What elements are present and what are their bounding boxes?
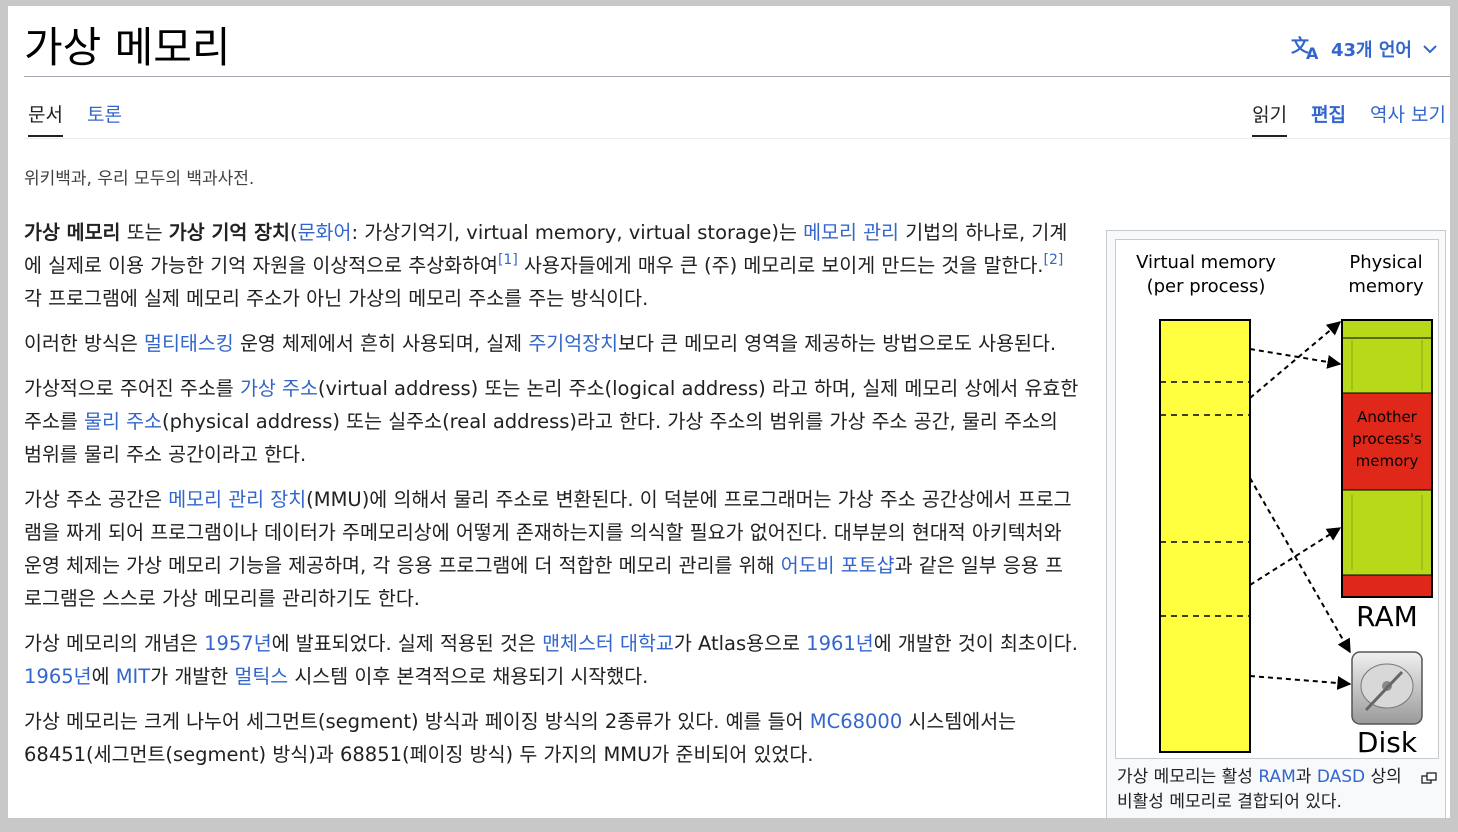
per-process-label: (per process) — [1147, 276, 1266, 297]
text: : 가상기억기, virtual memory, virtual storage… — [351, 221, 804, 244]
link-manchester[interactable]: 맨체스터 대학교 — [542, 632, 674, 655]
virtual-memory-label: Virtual memory — [1136, 252, 1276, 273]
link-munhwaeo[interactable]: 문화어 — [298, 221, 352, 244]
magnify-icon[interactable] — [1421, 769, 1437, 788]
physical-label: Physical — [1349, 252, 1422, 273]
bold-term: 가상 기억 장치 — [168, 221, 290, 244]
text: 사용자들에게 매우 큰 (주) 메모리로 보이게 만드는 것을 말한다. — [517, 254, 1044, 277]
link-multics[interactable]: 멀틱스 — [234, 665, 288, 688]
text: 각 프로그램에 실제 메모리 주소가 아닌 가상의 메모리 주소를 주는 방식이… — [24, 287, 649, 310]
chevron-down-icon — [1422, 39, 1438, 60]
text: 시스템 이후 본격적으로 채용되기 시작했다. — [288, 665, 649, 688]
figure-thumbnail: Virtual memory (per process) Physical me… — [1106, 230, 1446, 818]
page: 가상 메모리 文 A 43개 언어 문서 토론 읽기 편집 역사 보기 위키백과… — [8, 6, 1450, 818]
link-virtual-address[interactable]: 가상 주소 — [240, 377, 318, 400]
language-button[interactable]: 文 A 43개 언어 — [1291, 34, 1438, 64]
tabs-divider — [24, 138, 1450, 139]
hard-disk-icon — [1351, 651, 1423, 725]
text: 에 발표되었다. 실제 적용된 것은 — [271, 632, 543, 655]
translate-icon: 文 A — [1291, 34, 1321, 65]
paragraph-1: 가상 메모리 또는 가상 기억 장치(문화어: 가상기억기, virtual m… — [24, 216, 1080, 315]
another-process-label-3: memory — [1356, 452, 1419, 470]
link-physical-address[interactable]: 물리 주소 — [84, 410, 162, 433]
link-multitasking[interactable]: 멀티태스킹 — [144, 332, 234, 355]
tab-history[interactable]: 역사 보기 — [1370, 98, 1446, 138]
link-1957[interactable]: 1957년 — [204, 632, 272, 655]
link-1961[interactable]: 1961년 — [806, 632, 874, 655]
text: 가 Atlas용으로 — [673, 632, 807, 655]
caption-text: 가상 메모리는 활성 — [1117, 767, 1259, 787]
title-divider — [24, 76, 1450, 77]
disk-label: Disk — [1357, 726, 1418, 758]
article-body: 가상 메모리 또는 가상 기억 장치(문화어: 가상기억기, virtual m… — [24, 216, 1080, 783]
paragraph-5: 가상 메모리의 개념은 1957년에 발표되었다. 실제 적용된 것은 맨체스터… — [24, 627, 1080, 693]
virtual-memory-diagram[interactable]: Virtual memory (per process) Physical me… — [1115, 239, 1439, 759]
text: (physical address) 또는 실주소(real address)라… — [24, 410, 1058, 466]
link-mc68000[interactable]: MC68000 — [810, 710, 902, 733]
tab-talk[interactable]: 토론 — [87, 98, 122, 138]
another-process-label-1: Another — [1357, 408, 1418, 426]
text: 보다 큰 메모리 영역을 제공하는 방법으로도 사용된다. — [618, 332, 1057, 355]
ram-label: RAM — [1356, 600, 1418, 633]
link-mmu[interactable]: 메모리 관리 장치 — [168, 488, 306, 511]
paragraph-6: 가상 메모리는 크게 나누어 세그먼트(segment) 방식과 페이징 방식의… — [24, 705, 1080, 771]
text: 가상 메모리는 크게 나누어 세그먼트(segment) 방식과 페이징 방식의… — [24, 710, 810, 733]
page-title: 가상 메모리 — [24, 23, 231, 72]
text: 에 개발한 것이 최초이다. — [873, 632, 1078, 655]
text: 가 개발한 — [150, 665, 235, 688]
link-main-memory[interactable]: 주기억장치 — [528, 332, 618, 355]
mapping-arrows — [1249, 321, 1352, 690]
text: 에 — [91, 665, 116, 688]
text: 가상 메모리의 개념은 — [24, 632, 205, 655]
site-subtitle: 위키백과, 우리 모두의 백과사전. — [24, 169, 255, 189]
virtual-memory-block — [1159, 319, 1251, 753]
tab-edit[interactable]: 편집 — [1311, 98, 1346, 138]
view-tabs: 읽기 편집 역사 보기 — [1252, 98, 1446, 138]
text: 이러한 방식은 — [24, 332, 145, 355]
link-ram[interactable]: RAM — [1258, 767, 1295, 787]
svg-text:A: A — [1306, 44, 1319, 60]
link-photoshop[interactable]: 어도비 포토샵 — [781, 554, 895, 577]
another-process-label-2: process's — [1352, 430, 1422, 448]
text: 또는 — [120, 221, 169, 244]
bold-term: 가상 메모리 — [24, 221, 121, 244]
link-mit[interactable]: MIT — [116, 665, 151, 688]
text: 가상 주소 공간은 — [24, 488, 169, 511]
diagram-svg: Virtual memory (per process) Physical me… — [1136, 252, 1433, 758]
figure-caption: 가상 메모리는 활성 RAM과 DASD 상의 비활성 메모리로 결합되어 있다… — [1117, 765, 1417, 815]
paragraph-3: 가상적으로 주어진 주소를 가상 주소(virtual address) 또는 … — [24, 372, 1080, 471]
paragraph-4: 가상 주소 공간은 메모리 관리 장치(MMU)에 의해서 물리 주소로 변환된… — [24, 483, 1080, 615]
namespace-tabs: 문서 토론 — [28, 98, 122, 138]
paragraph-2: 이러한 방식은 멀티태스킹 운영 체제에서 흔히 사용되며, 실제 주기억장치보… — [24, 327, 1080, 360]
memory-label: memory — [1348, 276, 1424, 297]
reference-1[interactable]: [1] — [498, 252, 518, 268]
text: 운영 체제에서 흔히 사용되며, 실제 — [233, 332, 529, 355]
text: 가상적으로 주어진 주소를 — [24, 377, 240, 400]
language-count: 43개 언어 — [1331, 40, 1412, 61]
caption-text: 과 — [1295, 767, 1317, 787]
text: ( — [290, 221, 298, 244]
reference-2[interactable]: [2] — [1044, 252, 1064, 268]
link-dasd[interactable]: DASD — [1317, 767, 1365, 787]
tab-article[interactable]: 문서 — [28, 98, 63, 138]
link-memory-management[interactable]: 메모리 관리 — [803, 221, 899, 244]
tab-read[interactable]: 읽기 — [1252, 98, 1287, 138]
link-1965[interactable]: 1965년 — [24, 665, 92, 688]
